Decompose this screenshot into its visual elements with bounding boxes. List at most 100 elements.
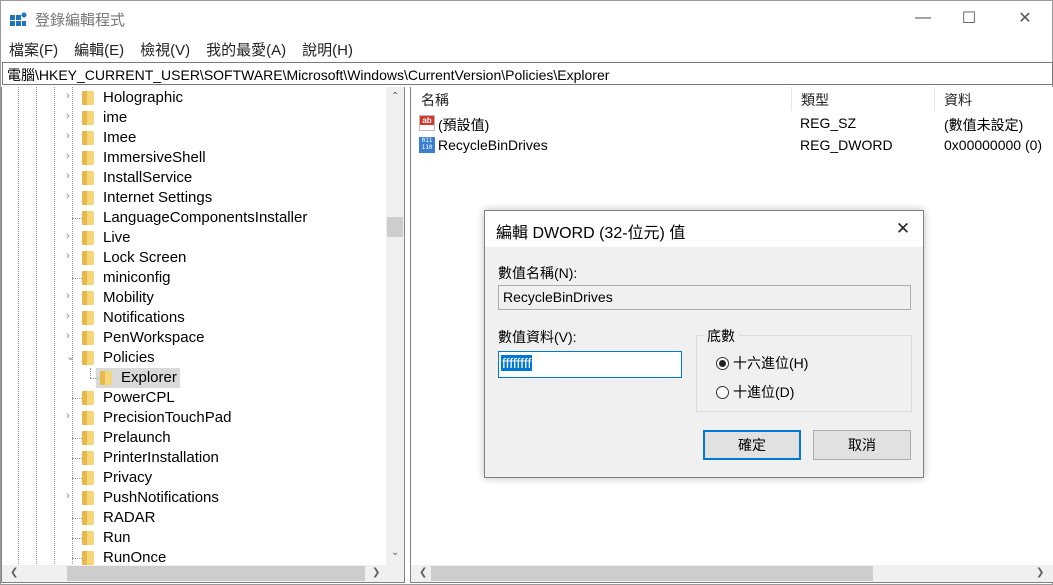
tree-item[interactable]: Run <box>2 528 386 548</box>
tree-item-label: Explorer <box>121 369 177 386</box>
menu-file[interactable]: 檔案(F) <box>1 37 66 61</box>
tree-item[interactable]: › Live <box>2 228 386 248</box>
tree-vertical-scroll-thumb[interactable] <box>387 217 403 237</box>
column-divider[interactable] <box>934 87 935 111</box>
tree-item[interactable]: ⌄ Policies <box>2 348 386 368</box>
tree-item-label: PrecisionTouchPad <box>103 409 232 426</box>
tree-item-label: PowerCPL <box>103 389 175 406</box>
list-horizontal-scroll-thumb[interactable] <box>431 566 873 581</box>
cancel-button[interactable]: 取消 <box>813 430 911 460</box>
tree-item-label: miniconfig <box>103 269 171 286</box>
registry-editor-icon <box>10 12 27 26</box>
folder-icon <box>82 431 94 445</box>
column-header-type[interactable]: 類型 <box>801 90 829 110</box>
tree-item[interactable]: Privacy <box>2 468 386 488</box>
tree-item[interactable]: › Internet Settings <box>2 188 386 208</box>
chevron-right-icon[interactable]: › <box>66 250 78 264</box>
tree-item[interactable]: › Notifications <box>2 308 386 328</box>
minimize-button[interactable]: — <box>899 1 947 35</box>
menu-favorites[interactable]: 我的最愛(A) <box>198 37 294 61</box>
ok-button[interactable]: 確定 <box>703 430 801 460</box>
maximize-button[interactable]: ☐ <box>945 1 993 35</box>
menu-view[interactable]: 檢視(V) <box>132 37 198 61</box>
chevron-right-icon[interactable]: › <box>66 170 78 184</box>
tree-item[interactable]: › Lock Screen <box>2 248 386 268</box>
chevron-right-icon[interactable]: › <box>66 490 78 504</box>
tree-horizontal-scrollbar[interactable]: ❮ ❯ <box>2 565 404 582</box>
chevron-right-icon[interactable]: › <box>66 130 78 144</box>
radio-checked-icon <box>716 356 729 370</box>
tree-item[interactable]: › PushNotifications <box>2 488 386 508</box>
tree-item[interactable]: › Holographic <box>2 88 386 108</box>
folder-icon <box>82 211 94 225</box>
tree-item-label: Notifications <box>103 309 185 326</box>
list-horizontal-scrollbar[interactable]: ❮ ❯ <box>411 565 1053 582</box>
tree-item[interactable]: › Mobility <box>2 288 386 308</box>
scroll-right-icon[interactable]: ❯ <box>1036 567 1044 578</box>
folder-icon <box>82 311 94 325</box>
tree-item[interactable]: › PrecisionTouchPad <box>2 408 386 428</box>
chevron-down-icon[interactable]: ⌄ <box>66 350 78 364</box>
tree-item-label: ImmersiveShell <box>103 149 206 166</box>
folder-icon <box>82 251 94 265</box>
chevron-right-icon[interactable]: › <box>66 150 78 164</box>
tree-item[interactable]: › ime <box>2 108 386 128</box>
tree-item[interactable]: › Imee <box>2 128 386 148</box>
list-row[interactable]: 011 110 RecycleBinDrives REG_DWORD 0x0000… <box>411 134 1053 156</box>
folder-icon <box>82 111 94 125</box>
close-button[interactable]: ✕ <box>1001 1 1049 35</box>
tree-item-label: Mobility <box>103 289 154 306</box>
tree-horizontal-scroll-thumb[interactable] <box>67 566 365 581</box>
chevron-right-icon[interactable]: › <box>66 190 78 204</box>
decimal-label: 十進位(D) <box>733 384 795 400</box>
tree-item-label: Run <box>103 529 131 546</box>
tree-item[interactable]: › ImmersiveShell <box>2 148 386 168</box>
folder-icon <box>100 371 112 385</box>
value-name: (預設值) <box>438 117 490 133</box>
tree-item[interactable]: PowerCPL <box>2 388 386 408</box>
folder-icon <box>82 551 94 565</box>
tree-item[interactable]: LanguageComponentsInstaller <box>2 208 386 228</box>
chevron-right-icon[interactable]: › <box>66 290 78 304</box>
dialog-title: 編輯 DWORD (32-位元) 值 <box>496 225 686 242</box>
chevron-right-icon[interactable]: › <box>66 410 78 424</box>
edit-dword-dialog: 編輯 DWORD (32-位元) 值 ✕ 數值名稱(N): RecycleBin… <box>484 210 924 478</box>
folder-icon <box>82 351 94 365</box>
scroll-up-icon[interactable]: ⌃ <box>391 91 399 102</box>
column-divider[interactable] <box>791 87 792 111</box>
window-title: 登錄編輯程式 <box>35 12 126 29</box>
list-row[interactable]: ab (預設值) REG_SZ (數值未設定) <box>411 112 1053 134</box>
column-header-data[interactable]: 資料 <box>944 90 972 110</box>
chevron-right-icon[interactable]: › <box>66 330 78 344</box>
scroll-right-icon[interactable]: ❯ <box>372 567 380 578</box>
folder-icon <box>82 131 94 145</box>
tree-item-label: PushNotifications <box>103 489 219 506</box>
chevron-right-icon[interactable]: › <box>66 310 78 324</box>
scroll-left-icon[interactable]: ❮ <box>10 567 18 578</box>
tree-item[interactable]: RADAR <box>2 508 386 528</box>
tree-item[interactable]: miniconfig <box>2 268 386 288</box>
tree-connector <box>72 398 82 399</box>
tree-item[interactable]: › PenWorkspace <box>2 328 386 348</box>
folder-icon <box>82 191 94 205</box>
menu-edit[interactable]: 編輯(E) <box>66 37 132 61</box>
tree-item[interactable]: Prelaunch <box>2 428 386 448</box>
chevron-right-icon[interactable]: › <box>66 230 78 244</box>
minimize-icon: — <box>915 9 931 26</box>
decimal-radio[interactable]: 十進位(D) <box>716 382 794 402</box>
address-bar[interactable]: 電腦\HKEY_CURRENT_USER\SOFTWARE\Microsoft\… <box>2 62 1053 85</box>
scroll-left-icon[interactable]: ❮ <box>419 567 427 578</box>
dialog-close-button[interactable]: ✕ <box>889 215 917 243</box>
column-header-name[interactable]: 名稱 <box>421 90 449 110</box>
value-data-input[interactable]: ffffffff <box>498 351 682 378</box>
scroll-down-icon[interactable]: ⌄ <box>391 547 399 558</box>
chevron-right-icon[interactable]: › <box>66 90 78 104</box>
tree-item-label: PenWorkspace <box>103 329 205 346</box>
chevron-right-icon[interactable]: › <box>66 110 78 124</box>
tree-item[interactable]: Explorer <box>2 368 386 388</box>
tree-vertical-scrollbar[interactable]: ⌃ ⌄ <box>386 87 404 565</box>
hexadecimal-radio[interactable]: 十六進位(H) <box>716 353 808 373</box>
tree-item[interactable]: › InstallService <box>2 168 386 188</box>
menu-help[interactable]: 說明(H) <box>294 37 361 61</box>
tree-item[interactable]: PrinterInstallation <box>2 448 386 468</box>
